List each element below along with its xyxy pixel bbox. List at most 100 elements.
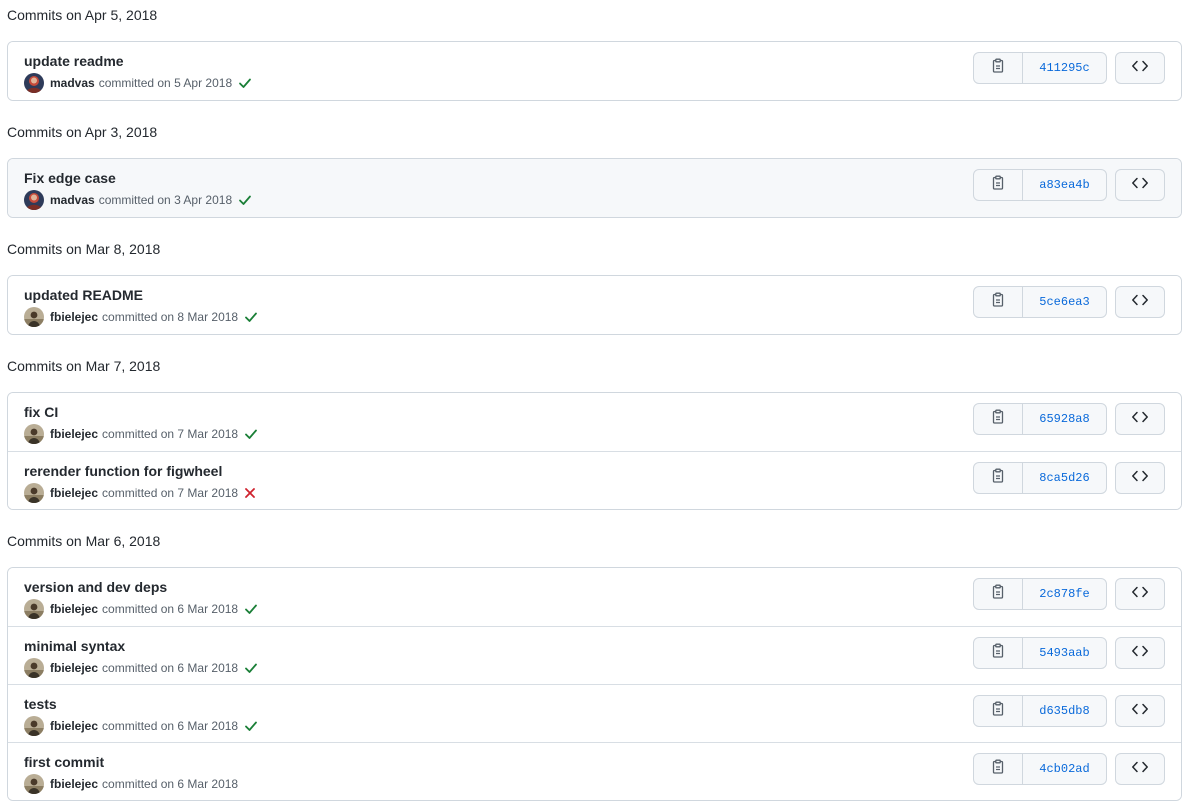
avatar[interactable] (24, 73, 44, 93)
commit-group-date: Commits on Apr 3, 2018 (7, 124, 158, 140)
commit-author[interactable]: fbielejec (50, 427, 98, 441)
commit-meta: fbielejec committed on 8 Mar 2018 (24, 307, 258, 327)
commit-author[interactable]: fbielejec (50, 602, 98, 616)
check-icon[interactable] (244, 719, 258, 733)
commit-sha-link[interactable]: 5ce6ea3 (1023, 287, 1106, 317)
avatar[interactable] (24, 774, 44, 794)
commit-author[interactable]: madvas (50, 76, 95, 90)
check-icon[interactable] (244, 602, 258, 616)
avatar[interactable] (24, 599, 44, 619)
code-icon (1131, 409, 1149, 430)
commit-meta: fbielejec committed on 6 Mar 2018 (24, 716, 258, 736)
commit-message[interactable]: version and dev deps (24, 578, 167, 596)
commit-date: committed on 5 Apr 2018 (98, 76, 233, 90)
commit-message[interactable]: rerender function for figwheel (24, 462, 222, 480)
code-icon (1131, 292, 1149, 313)
commit-meta: madvas committed on 5 Apr 2018 (24, 73, 252, 93)
copy-sha-button[interactable] (974, 579, 1023, 609)
code-icon (1131, 759, 1149, 780)
clipboard-icon (990, 468, 1006, 489)
commit-list: fix CI fbielejec committed on 7 Mar 2018… (7, 392, 1182, 510)
commit-meta: fbielejec committed on 7 Mar 2018 (24, 424, 258, 444)
browse-repo-button[interactable] (1115, 637, 1165, 669)
commit-sha-link[interactable]: d635db8 (1023, 696, 1106, 726)
browse-repo-button[interactable] (1115, 695, 1165, 727)
code-icon (1131, 701, 1149, 722)
commit-author[interactable]: fbielejec (50, 777, 98, 791)
commit-row: fix CI fbielejec committed on 7 Mar 2018… (8, 393, 1181, 451)
avatar[interactable] (24, 424, 44, 444)
commit-sha-link[interactable]: 4cb02ad (1023, 754, 1106, 784)
commit-sha-group: 5493aab (973, 637, 1107, 669)
avatar[interactable] (24, 190, 44, 210)
commit-message[interactable]: tests (24, 695, 57, 713)
code-icon (1131, 175, 1149, 196)
clipboard-icon (990, 175, 1006, 196)
commit-message[interactable]: updated README (24, 286, 143, 304)
x-icon[interactable] (244, 487, 256, 499)
commit-group-date: Commits on Mar 8, 2018 (7, 241, 161, 257)
commit-meta: madvas committed on 3 Apr 2018 (24, 190, 252, 210)
check-icon[interactable] (244, 310, 258, 324)
commit-sha-group: 5ce6ea3 (973, 286, 1107, 318)
commit-message[interactable]: minimal syntax (24, 637, 125, 655)
commit-date: committed on 3 Apr 2018 (98, 193, 233, 207)
browse-repo-button[interactable] (1115, 462, 1165, 494)
commit-sha-group: 65928a8 (973, 403, 1107, 435)
code-icon (1131, 468, 1149, 489)
commit-sha-link[interactable]: a83ea4b (1023, 170, 1106, 200)
commit-list: Fix edge case madvas committed on 3 Apr … (7, 158, 1182, 218)
commit-list: version and dev deps fbielejec committed… (7, 567, 1182, 801)
clipboard-icon (990, 409, 1006, 430)
commit-author[interactable]: fbielejec (50, 719, 98, 733)
copy-sha-button[interactable] (974, 754, 1023, 784)
copy-sha-button[interactable] (974, 638, 1023, 668)
commit-author[interactable]: madvas (50, 193, 95, 207)
commit-sha-group: d635db8 (973, 695, 1107, 727)
commit-author[interactable]: fbielejec (50, 486, 98, 500)
copy-sha-button[interactable] (974, 696, 1023, 726)
commit-sha-link[interactable]: 5493aab (1023, 638, 1106, 668)
commit-date: committed on 6 Mar 2018 (102, 777, 239, 791)
commit-author[interactable]: fbielejec (50, 310, 98, 324)
commit-row: updated README fbielejec committed on 8 … (8, 276, 1181, 334)
copy-sha-button[interactable] (974, 170, 1023, 200)
commit-date: committed on 7 Mar 2018 (102, 427, 239, 441)
browse-repo-button[interactable] (1115, 169, 1165, 201)
commit-group-date: Commits on Mar 7, 2018 (7, 358, 161, 374)
commit-author[interactable]: fbielejec (50, 661, 98, 675)
copy-sha-button[interactable] (974, 53, 1023, 83)
commit-meta: fbielejec committed on 7 Mar 2018 (24, 483, 256, 503)
check-icon[interactable] (238, 76, 252, 90)
commit-message[interactable]: fix CI (24, 403, 58, 421)
copy-sha-button[interactable] (974, 463, 1023, 493)
code-icon (1131, 643, 1149, 664)
avatar[interactable] (24, 658, 44, 678)
copy-sha-button[interactable] (974, 287, 1023, 317)
commit-message[interactable]: first commit (24, 753, 104, 771)
commit-meta: fbielejec committed on 6 Mar 2018 (24, 774, 238, 794)
avatar[interactable] (24, 716, 44, 736)
check-icon[interactable] (244, 427, 258, 441)
browse-repo-button[interactable] (1115, 578, 1165, 610)
browse-repo-button[interactable] (1115, 753, 1165, 785)
browse-repo-button[interactable] (1115, 403, 1165, 435)
commit-message[interactable]: update readme (24, 52, 124, 70)
avatar[interactable] (24, 483, 44, 503)
commit-date: committed on 6 Mar 2018 (102, 719, 239, 733)
commit-meta: fbielejec committed on 6 Mar 2018 (24, 658, 258, 678)
commit-sha-group: 4cb02ad (973, 753, 1107, 785)
browse-repo-button[interactable] (1115, 52, 1165, 84)
commit-row: update readme madvas committed on 5 Apr … (8, 42, 1181, 100)
commit-sha-link[interactable]: 411295c (1023, 53, 1106, 83)
commit-sha-link[interactable]: 2c878fe (1023, 579, 1106, 609)
commit-sha-link[interactable]: 65928a8 (1023, 404, 1106, 434)
avatar[interactable] (24, 307, 44, 327)
commit-message[interactable]: Fix edge case (24, 169, 116, 187)
check-icon[interactable] (244, 661, 258, 675)
commit-sha-link[interactable]: 8ca5d26 (1023, 463, 1106, 493)
check-icon[interactable] (238, 193, 252, 207)
code-icon (1131, 58, 1149, 79)
copy-sha-button[interactable] (974, 404, 1023, 434)
browse-repo-button[interactable] (1115, 286, 1165, 318)
